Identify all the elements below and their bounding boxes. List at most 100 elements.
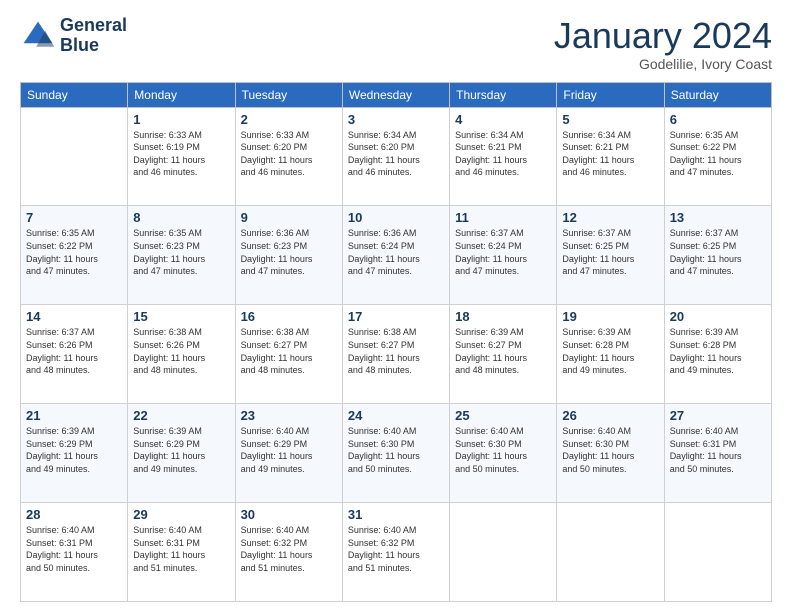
col-wednesday: Wednesday: [342, 82, 449, 107]
day-info: Sunrise: 6:34 AM Sunset: 6:20 PM Dayligh…: [348, 129, 444, 179]
day-info: Sunrise: 6:39 AM Sunset: 6:28 PM Dayligh…: [670, 326, 766, 376]
day-info: Sunrise: 6:40 AM Sunset: 6:31 PM Dayligh…: [133, 524, 229, 574]
day-info: Sunrise: 6:40 AM Sunset: 6:31 PM Dayligh…: [26, 524, 122, 574]
week-row-3: 14 Sunrise: 6:37 AM Sunset: 6:26 PM Dayli…: [21, 305, 772, 404]
day-info: Sunrise: 6:37 AM Sunset: 6:25 PM Dayligh…: [670, 227, 766, 277]
table-row: 3 Sunrise: 6:34 AM Sunset: 6:20 PM Daylig…: [342, 107, 449, 206]
table-row: 14 Sunrise: 6:37 AM Sunset: 6:26 PM Dayli…: [21, 305, 128, 404]
calendar-table: Sunday Monday Tuesday Wednesday Thursday…: [20, 82, 772, 602]
table-row: [557, 503, 664, 602]
table-row: 23 Sunrise: 6:40 AM Sunset: 6:29 PM Dayli…: [235, 404, 342, 503]
day-info: Sunrise: 6:37 AM Sunset: 6:25 PM Dayligh…: [562, 227, 658, 277]
day-number: 12: [562, 210, 658, 225]
day-info: Sunrise: 6:37 AM Sunset: 6:26 PM Dayligh…: [26, 326, 122, 376]
header-row: Sunday Monday Tuesday Wednesday Thursday…: [21, 82, 772, 107]
day-number: 5: [562, 112, 658, 127]
week-row-2: 7Sunrise: 6:35 AM Sunset: 6:22 PM Daylig…: [21, 206, 772, 305]
day-number: 16: [241, 309, 337, 324]
day-number: 3: [348, 112, 444, 127]
day-number: 4: [455, 112, 551, 127]
logo-line1: General: [60, 16, 127, 36]
day-info: Sunrise: 6:39 AM Sunset: 6:28 PM Dayligh…: [562, 326, 658, 376]
day-number: 10: [348, 210, 444, 225]
col-friday: Friday: [557, 82, 664, 107]
day-info: Sunrise: 6:40 AM Sunset: 6:30 PM Dayligh…: [455, 425, 551, 475]
day-number: 21: [26, 408, 122, 423]
day-info: Sunrise: 6:40 AM Sunset: 6:32 PM Dayligh…: [241, 524, 337, 574]
col-monday: Monday: [128, 82, 235, 107]
day-info: Sunrise: 6:40 AM Sunset: 6:30 PM Dayligh…: [562, 425, 658, 475]
day-number: 15: [133, 309, 229, 324]
day-number: 11: [455, 210, 551, 225]
day-number: 1: [133, 112, 229, 127]
day-number: 25: [455, 408, 551, 423]
table-row: 31 Sunrise: 6:40 AM Sunset: 6:32 PM Dayli…: [342, 503, 449, 602]
table-row: 7Sunrise: 6:35 AM Sunset: 6:22 PM Daylig…: [21, 206, 128, 305]
day-number: 31: [348, 507, 444, 522]
day-info: Sunrise: 6:40 AM Sunset: 6:31 PM Dayligh…: [670, 425, 766, 475]
day-number: 28: [26, 507, 122, 522]
table-row: 16 Sunrise: 6:38 AM Sunset: 6:27 PM Dayli…: [235, 305, 342, 404]
table-row: 10 Sunrise: 6:36 AM Sunset: 6:24 PM Dayli…: [342, 206, 449, 305]
col-tuesday: Tuesday: [235, 82, 342, 107]
day-info: Sunrise: 6:35 AM Sunset: 6:22 PM Dayligh…: [26, 227, 122, 277]
day-info: Sunrise: 6:36 AM Sunset: 6:23 PM Dayligh…: [241, 227, 337, 277]
logo: General Blue: [20, 16, 127, 56]
day-number: 6: [670, 112, 766, 127]
day-number: 17: [348, 309, 444, 324]
day-info: Sunrise: 6:36 AM Sunset: 6:24 PM Dayligh…: [348, 227, 444, 277]
table-row: 18 Sunrise: 6:39 AM Sunset: 6:27 PM Dayli…: [450, 305, 557, 404]
table-row: 8Sunrise: 6:35 AM Sunset: 6:23 PM Daylig…: [128, 206, 235, 305]
col-sunday: Sunday: [21, 82, 128, 107]
day-number: 19: [562, 309, 658, 324]
table-row: 13Sunrise: 6:37 AM Sunset: 6:25 PM Dayli…: [664, 206, 771, 305]
table-row: 30Sunrise: 6:40 AM Sunset: 6:32 PM Dayli…: [235, 503, 342, 602]
table-row: 22 Sunrise: 6:39 AM Sunset: 6:29 PM Dayli…: [128, 404, 235, 503]
table-row: 12 Sunrise: 6:37 AM Sunset: 6:25 PM Dayli…: [557, 206, 664, 305]
day-info: Sunrise: 6:38 AM Sunset: 6:27 PM Dayligh…: [348, 326, 444, 376]
day-number: 24: [348, 408, 444, 423]
day-number: 18: [455, 309, 551, 324]
table-row: [450, 503, 557, 602]
day-info: Sunrise: 6:37 AM Sunset: 6:24 PM Dayligh…: [455, 227, 551, 277]
table-row: 21 Sunrise: 6:39 AM Sunset: 6:29 PM Dayli…: [21, 404, 128, 503]
table-row: [21, 107, 128, 206]
table-row: 27Sunrise: 6:40 AM Sunset: 6:31 PM Dayli…: [664, 404, 771, 503]
header: General Blue January 2024 Godelilie, Ivo…: [20, 16, 772, 72]
day-number: 8: [133, 210, 229, 225]
day-number: 9: [241, 210, 337, 225]
logo-icon: [20, 18, 56, 54]
table-row: 20 Sunrise: 6:39 AM Sunset: 6:28 PM Dayli…: [664, 305, 771, 404]
day-number: 26: [562, 408, 658, 423]
day-number: 23: [241, 408, 337, 423]
table-row: 26 Sunrise: 6:40 AM Sunset: 6:30 PM Dayli…: [557, 404, 664, 503]
day-info: Sunrise: 6:39 AM Sunset: 6:27 PM Dayligh…: [455, 326, 551, 376]
day-info: Sunrise: 6:34 AM Sunset: 6:21 PM Dayligh…: [455, 129, 551, 179]
table-row: 25 Sunrise: 6:40 AM Sunset: 6:30 PM Dayli…: [450, 404, 557, 503]
logo-text: General Blue: [60, 16, 127, 56]
title-block: January 2024 Godelilie, Ivory Coast: [554, 16, 772, 72]
day-info: Sunrise: 6:33 AM Sunset: 6:20 PM Dayligh…: [241, 129, 337, 179]
day-info: Sunrise: 6:38 AM Sunset: 6:27 PM Dayligh…: [241, 326, 337, 376]
day-info: Sunrise: 6:39 AM Sunset: 6:29 PM Dayligh…: [133, 425, 229, 475]
col-thursday: Thursday: [450, 82, 557, 107]
table-row: 17 Sunrise: 6:38 AM Sunset: 6:27 PM Dayli…: [342, 305, 449, 404]
day-info: Sunrise: 6:35 AM Sunset: 6:22 PM Dayligh…: [670, 129, 766, 179]
day-number: 14: [26, 309, 122, 324]
day-info: Sunrise: 6:40 AM Sunset: 6:29 PM Dayligh…: [241, 425, 337, 475]
day-number: 2: [241, 112, 337, 127]
logo-line2: Blue: [60, 36, 127, 56]
day-info: Sunrise: 6:40 AM Sunset: 6:32 PM Dayligh…: [348, 524, 444, 574]
day-number: 20: [670, 309, 766, 324]
day-info: Sunrise: 6:40 AM Sunset: 6:30 PM Dayligh…: [348, 425, 444, 475]
table-row: 15 Sunrise: 6:38 AM Sunset: 6:26 PM Dayli…: [128, 305, 235, 404]
table-row: 4 Sunrise: 6:34 AM Sunset: 6:21 PM Daylig…: [450, 107, 557, 206]
table-row: 5Sunrise: 6:34 AM Sunset: 6:21 PM Daylig…: [557, 107, 664, 206]
day-number: 22: [133, 408, 229, 423]
day-info: Sunrise: 6:39 AM Sunset: 6:29 PM Dayligh…: [26, 425, 122, 475]
month-title: January 2024: [554, 16, 772, 56]
day-info: Sunrise: 6:38 AM Sunset: 6:26 PM Dayligh…: [133, 326, 229, 376]
table-row: 2 Sunrise: 6:33 AM Sunset: 6:20 PM Daylig…: [235, 107, 342, 206]
table-row: 29Sunrise: 6:40 AM Sunset: 6:31 PM Dayli…: [128, 503, 235, 602]
day-info: Sunrise: 6:33 AM Sunset: 6:19 PM Dayligh…: [133, 129, 229, 179]
